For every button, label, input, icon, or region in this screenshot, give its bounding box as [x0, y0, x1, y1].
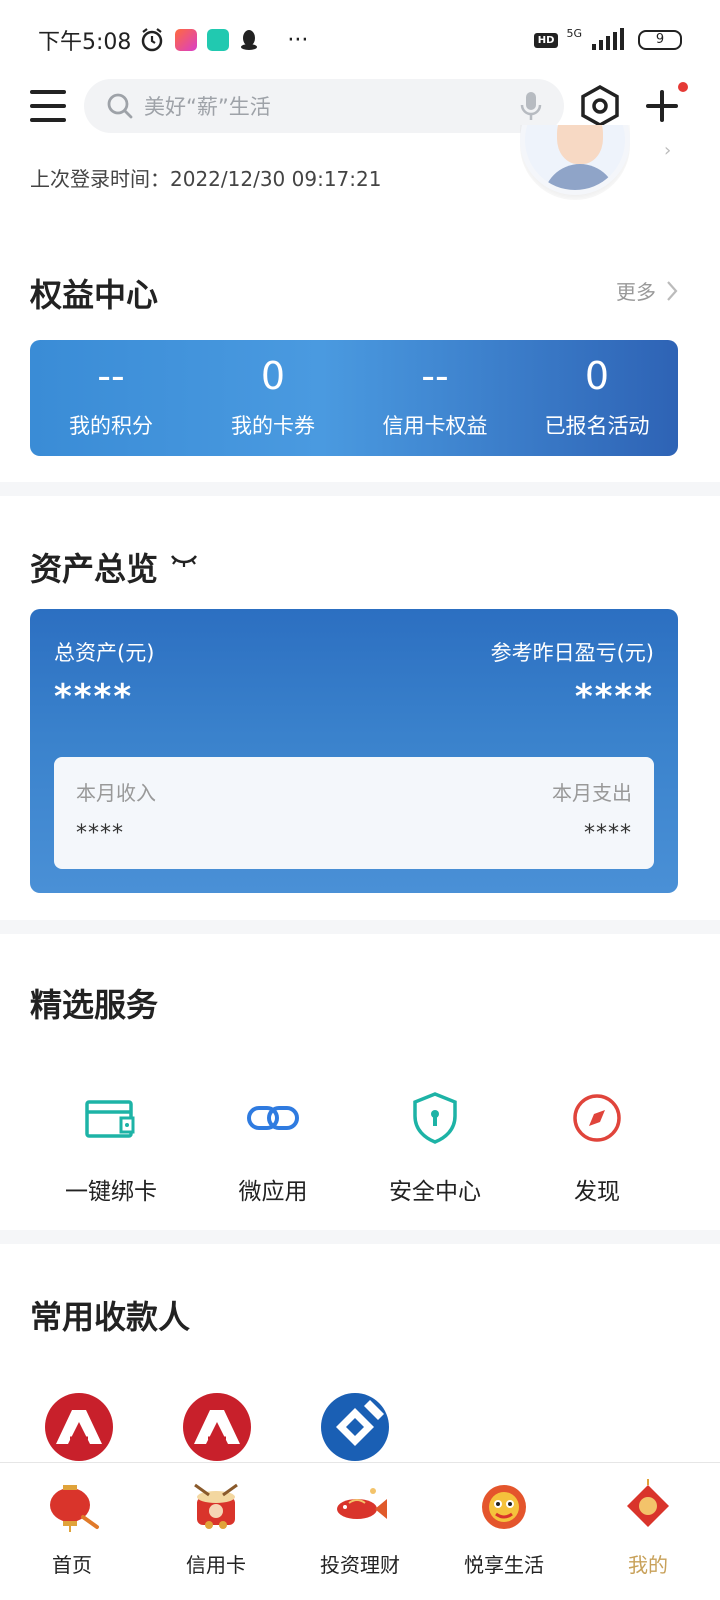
fu-ornament-icon: [627, 1479, 669, 1527]
status-right: HD 5G 9: [533, 26, 682, 54]
add-icon[interactable]: [644, 82, 688, 124]
search-icon: [107, 93, 133, 119]
eye-closed-icon[interactable]: [170, 552, 198, 568]
yesterday-pnl-label: 参考昨日盈亏(元): [490, 641, 654, 665]
drum-icon: [194, 1483, 238, 1529]
monthly-income-value: ****: [76, 821, 124, 846]
scan-settings-icon[interactable]: [578, 84, 622, 128]
lion-dance-icon: [482, 1485, 526, 1529]
notification-dot: [678, 82, 688, 92]
assets-title: 资产总览: [30, 550, 159, 588]
status-time: 下午5:08: [38, 30, 132, 55]
battery-level: 9: [655, 32, 665, 47]
rights-center-title: 权益中心: [30, 276, 159, 314]
services-title: 精选服务: [30, 986, 159, 1024]
more-link[interactable]: 更多: [616, 276, 678, 305]
signal-icon: [592, 28, 624, 50]
cmb-bank-logo-icon[interactable]: [182, 1392, 252, 1462]
link-icon: [247, 1106, 299, 1130]
avatar[interactable]: [520, 125, 630, 200]
rights-label: 信用卡权益: [382, 414, 488, 438]
tab-lifestyle[interactable]: 悦享生活: [432, 1463, 576, 1600]
tab-label: 首页: [52, 1553, 92, 1577]
search-input[interactable]: 美好“薪”生活: [84, 79, 564, 133]
shield-keyhole-icon: [413, 1092, 457, 1144]
tab-label: 投资理财: [320, 1553, 400, 1577]
last-login-time: 上次登录时间：2022/12/30 09:17:21: [30, 167, 382, 191]
qq-icon: [241, 30, 258, 50]
hd-badge: HD: [533, 32, 559, 48]
yesterday-pnl-value: ****: [574, 677, 654, 717]
service-micro-apps[interactable]: 微应用: [192, 1090, 354, 1206]
rights-value: 0: [260, 354, 286, 398]
monthly-summary: 本月收入 本月支出 **** ****: [54, 757, 654, 869]
rights-value: --: [421, 354, 449, 398]
fish-icon: [337, 1488, 387, 1519]
lantern-icon: [50, 1485, 99, 1532]
total-assets-value: ****: [54, 677, 134, 717]
asset-card[interactable]: 总资产(元) 参考昨日盈亏(元) **** **** 本月收入 本月支出 ***…: [30, 609, 678, 893]
payees-list: [44, 1392, 390, 1462]
more-notifications-icon: ···: [287, 27, 309, 53]
tab-label: 我的: [628, 1553, 668, 1577]
rights-item-registered-events[interactable]: 0 已报名活动: [516, 340, 678, 456]
battery-icon: 9: [638, 30, 682, 50]
rights-value: 0: [584, 354, 610, 398]
rights-item-points[interactable]: -- 我的积分: [30, 340, 192, 456]
section-divider: [0, 1230, 720, 1244]
rights-item-coupons[interactable]: 0 我的卡券: [192, 340, 354, 456]
app-notification-icon: [207, 29, 230, 51]
service-security-center[interactable]: 安全中心: [354, 1090, 516, 1206]
rights-item-credit-card-benefits[interactable]: -- 信用卡权益: [354, 340, 516, 456]
tab-label: 悦享生活: [464, 1553, 544, 1577]
services-grid: 一键绑卡 微应用 安全中心 发现: [30, 1090, 678, 1206]
rights-value: --: [97, 354, 125, 398]
monthly-income-label: 本月收入: [76, 781, 156, 805]
alarm-icon: [142, 28, 163, 52]
ccb-bank-logo-icon[interactable]: [320, 1392, 390, 1462]
card-bind-icon: [85, 1100, 135, 1138]
menu-icon[interactable]: [30, 90, 66, 122]
status-notification-icons: ···: [139, 27, 308, 53]
more-label: 更多: [616, 280, 656, 304]
monthly-expense-label: 本月支出: [552, 781, 632, 805]
status-bar: 下午5:08 ··· HD 5G 9: [0, 0, 720, 80]
section-divider: [0, 482, 720, 496]
search-placeholder: 美好“薪”生活: [144, 95, 271, 119]
service-bind-card[interactable]: 一键绑卡: [30, 1090, 192, 1206]
service-label: 微应用: [238, 1179, 308, 1205]
microphone-icon[interactable]: [520, 90, 542, 122]
tab-credit-card[interactable]: 信用卡: [144, 1463, 288, 1600]
rights-card: -- 我的积分 0 我的卡券 -- 信用卡权益 0 已报名活动: [30, 340, 678, 456]
tab-home[interactable]: 首页: [0, 1463, 144, 1600]
payees-title: 常用收款人: [30, 1298, 191, 1336]
cmb-bank-logo-icon[interactable]: [44, 1392, 114, 1462]
total-assets-label: 总资产(元): [54, 641, 155, 665]
rights-label: 已报名活动: [544, 414, 650, 438]
compass-icon: [573, 1094, 621, 1142]
rights-label: 我的卡券: [231, 414, 315, 438]
tab-investment[interactable]: 投资理财: [288, 1463, 432, 1600]
network-label: 5G: [566, 26, 582, 40]
service-discover[interactable]: 发现: [516, 1090, 678, 1206]
service-label: 发现: [574, 1179, 620, 1205]
service-label: 一键绑卡: [65, 1179, 157, 1205]
mail-app-icon: [175, 29, 198, 51]
chevron-right-icon[interactable]: ›: [664, 140, 671, 161]
tab-label: 信用卡: [186, 1553, 246, 1577]
monthly-expense-value: ****: [584, 821, 632, 846]
rights-label: 我的积分: [69, 414, 153, 438]
section-divider: [0, 920, 720, 934]
tab-mine[interactable]: 我的: [576, 1463, 720, 1600]
service-label: 安全中心: [389, 1179, 481, 1205]
chevron-right-icon: [667, 280, 678, 301]
bottom-tab-bar: 首页 信用卡 投资理财 悦享生活 我的: [0, 1462, 720, 1600]
